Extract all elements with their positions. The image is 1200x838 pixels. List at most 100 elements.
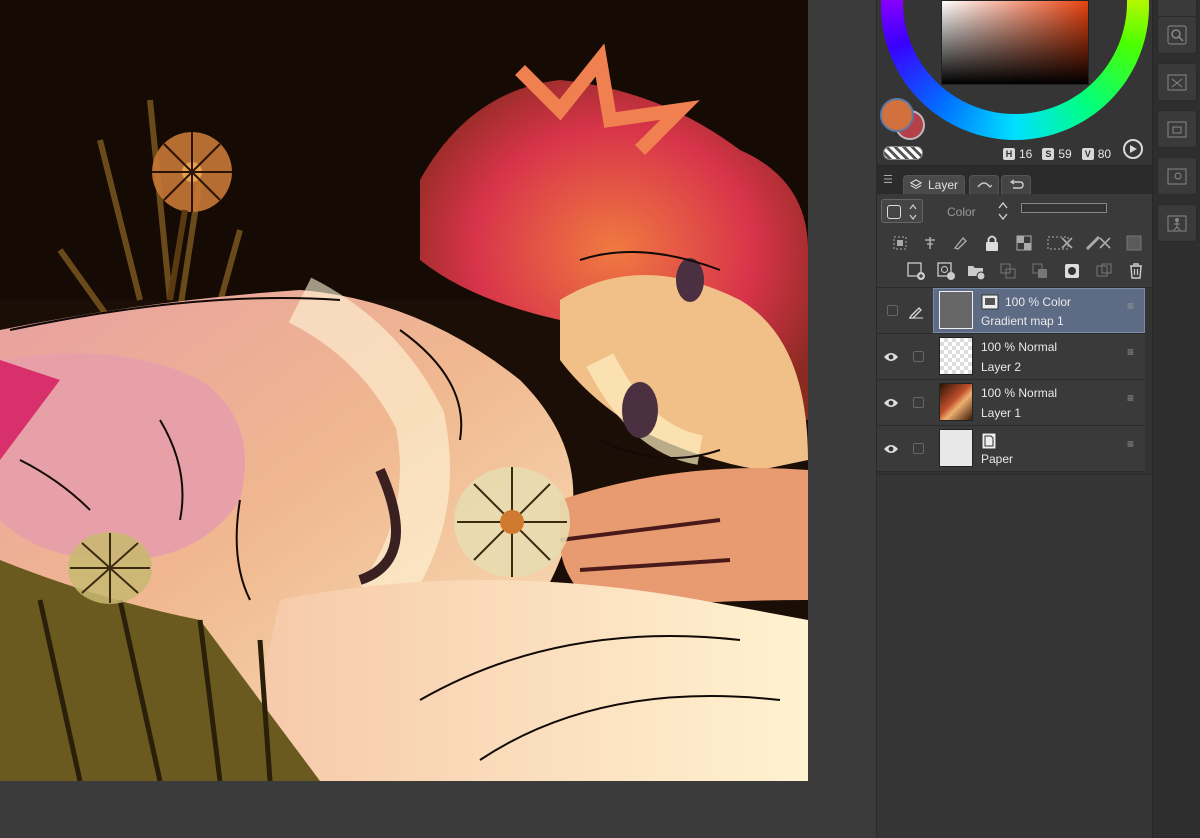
edit-target-checkbox[interactable] xyxy=(913,443,924,454)
eye-icon[interactable] xyxy=(882,348,900,366)
tab-layer-label: Layer xyxy=(927,178,958,192)
layer-name: Layer 2 xyxy=(981,360,1022,374)
clip-studio-window: H 16 S 59 V 80 ☰ Layer Color 100 % Color… xyxy=(0,0,1200,838)
draft-layer-icon[interactable] xyxy=(949,232,971,254)
layer-blend-mode: Normal xyxy=(1018,340,1058,354)
blend-mode-chevron-icon[interactable] xyxy=(997,201,1009,223)
command-rail xyxy=(1152,0,1200,838)
play-icon xyxy=(1130,145,1137,153)
palette-tab-bar: ☰ Layer xyxy=(877,166,1153,194)
drag-handle-icon[interactable]: ≡ xyxy=(1127,346,1134,358)
ruler-show-icon[interactable] xyxy=(1083,232,1113,254)
apply-mask-icon[interactable] xyxy=(1093,260,1115,282)
layers-icon xyxy=(910,179,922,190)
mask-enable-icon[interactable] xyxy=(1045,232,1075,254)
color-wheel-palette: H 16 S 59 V 80 xyxy=(877,0,1153,166)
edit-target-checkbox[interactable] xyxy=(913,351,924,362)
edit-target-pen-icon[interactable] xyxy=(907,302,925,320)
layer-row-layer-1[interactable]: 100 % Normal Layer 1 ≡ xyxy=(877,380,1145,426)
layer-blend-mode: Color xyxy=(1042,295,1072,309)
folder-icon xyxy=(1167,121,1187,138)
new-raster-layer-icon[interactable] xyxy=(905,260,927,282)
reference-layer-icon[interactable] xyxy=(919,232,941,254)
layer-row-layer-2[interactable]: 100 % Normal Layer 2 ≡ xyxy=(877,334,1145,380)
edit-target-checkbox[interactable] xyxy=(913,397,924,408)
merge-with-layer-below-icon[interactable] xyxy=(1029,260,1051,282)
undo-history-icon xyxy=(1009,179,1024,189)
blend-mode-select[interactable]: Color xyxy=(947,205,976,219)
side-panel: H 16 S 59 V 80 ☰ Layer Color 100 % Color… xyxy=(876,0,1153,838)
up-down-chevron-icon xyxy=(909,204,917,220)
layer-list: 100 % Color Gradient map 1 ≡ 100 % Norma… xyxy=(877,288,1153,474)
drag-handle-icon[interactable]: ≡ xyxy=(1127,300,1134,312)
layer-meta: 100 % Color xyxy=(981,294,1071,310)
canvas-area[interactable] xyxy=(0,0,876,838)
layer-name: Layer 1 xyxy=(981,406,1022,420)
search-icon xyxy=(1167,25,1187,45)
layer-thumbnail xyxy=(939,383,973,421)
main-color-swatch[interactable] xyxy=(880,98,914,132)
paper-layer-icon xyxy=(981,432,997,450)
layer-actions-toolbar xyxy=(877,256,1153,288)
material-icon xyxy=(1167,74,1187,91)
correction-layer-icon xyxy=(981,294,999,310)
layer-name: Gradient map 1 xyxy=(981,314,1064,328)
s-value: 59 xyxy=(1058,147,1072,161)
layer-blend-mode: Normal xyxy=(1018,386,1058,400)
rail-search-button[interactable] xyxy=(1157,16,1197,54)
layer-thumbnail xyxy=(939,291,973,329)
layer-lock-toolbar xyxy=(877,228,1153,258)
up-down-chevron-icon xyxy=(998,201,1008,221)
layer-row-paper[interactable]: Paper ≡ xyxy=(877,426,1145,472)
artwork-image xyxy=(0,0,808,781)
layer-property-bar: Color xyxy=(877,194,1153,228)
layer-color-toggle[interactable] xyxy=(881,199,923,223)
opacity-slider[interactable] xyxy=(1021,203,1107,213)
h-label: H xyxy=(1003,148,1015,160)
layer-list-empty-area[interactable] xyxy=(877,474,1153,838)
layer-opacity: 100 % xyxy=(981,386,1016,400)
layer-thumbnail xyxy=(939,337,973,375)
v-label: V xyxy=(1081,148,1094,160)
artwork-canvas[interactable] xyxy=(0,0,808,781)
tab-layer[interactable]: Layer xyxy=(903,175,965,194)
create-layer-mask-icon[interactable] xyxy=(1061,260,1083,282)
layer-opacity: 100 % xyxy=(1005,295,1040,309)
clip-to-layer-below-icon[interactable] xyxy=(889,232,911,254)
rail-pose-button[interactable] xyxy=(1157,204,1197,242)
visibility-toggle-off[interactable] xyxy=(887,305,898,316)
trash-icon[interactable] xyxy=(1125,260,1147,282)
transfer-to-lower-layer-icon[interactable] xyxy=(997,260,1019,282)
v-value: 80 xyxy=(1097,147,1112,161)
eye-icon[interactable] xyxy=(882,394,900,412)
s-label: S xyxy=(1042,148,1055,160)
saturation-value-square[interactable] xyxy=(941,0,1089,85)
rail-image-button[interactable] xyxy=(1157,157,1197,195)
new-vector-layer-icon[interactable] xyxy=(935,260,957,282)
layer-meta xyxy=(981,432,1003,450)
layer-meta: 100 % Normal xyxy=(981,386,1057,400)
eye-icon[interactable] xyxy=(882,440,900,458)
lock-icon[interactable] xyxy=(981,232,1003,254)
h-value: 16 xyxy=(1019,147,1033,161)
layer-color-icon[interactable] xyxy=(1123,232,1145,254)
layer-meta: 100 % Normal xyxy=(981,340,1057,354)
drag-handle-icon[interactable]: ≡ xyxy=(1127,392,1134,404)
layer-row-gradient-map-1[interactable]: 100 % Color Gradient map 1 ≡ xyxy=(877,288,1145,334)
color-settings-button[interactable] xyxy=(1123,139,1143,159)
palette-menu-icon[interactable]: ☰ xyxy=(883,173,893,186)
square-icon xyxy=(887,205,901,219)
hsv-readout: H 16 S 59 V 80 xyxy=(1003,147,1117,161)
layer-thumbnail xyxy=(939,429,973,467)
tab-navigator[interactable] xyxy=(969,175,999,194)
rail-material-button[interactable] xyxy=(1157,63,1197,101)
rail-folder-button[interactable] xyxy=(1157,110,1197,148)
image-icon xyxy=(1167,168,1187,185)
layer-name: Paper xyxy=(981,452,1014,466)
transparent-color-chip[interactable] xyxy=(883,146,923,160)
figure-icon xyxy=(1167,215,1187,232)
drag-handle-icon[interactable]: ≡ xyxy=(1127,438,1134,450)
new-folder-icon[interactable] xyxy=(965,260,987,282)
lock-transparent-pixels-icon[interactable] xyxy=(1013,232,1035,254)
tab-history[interactable] xyxy=(1001,175,1031,194)
